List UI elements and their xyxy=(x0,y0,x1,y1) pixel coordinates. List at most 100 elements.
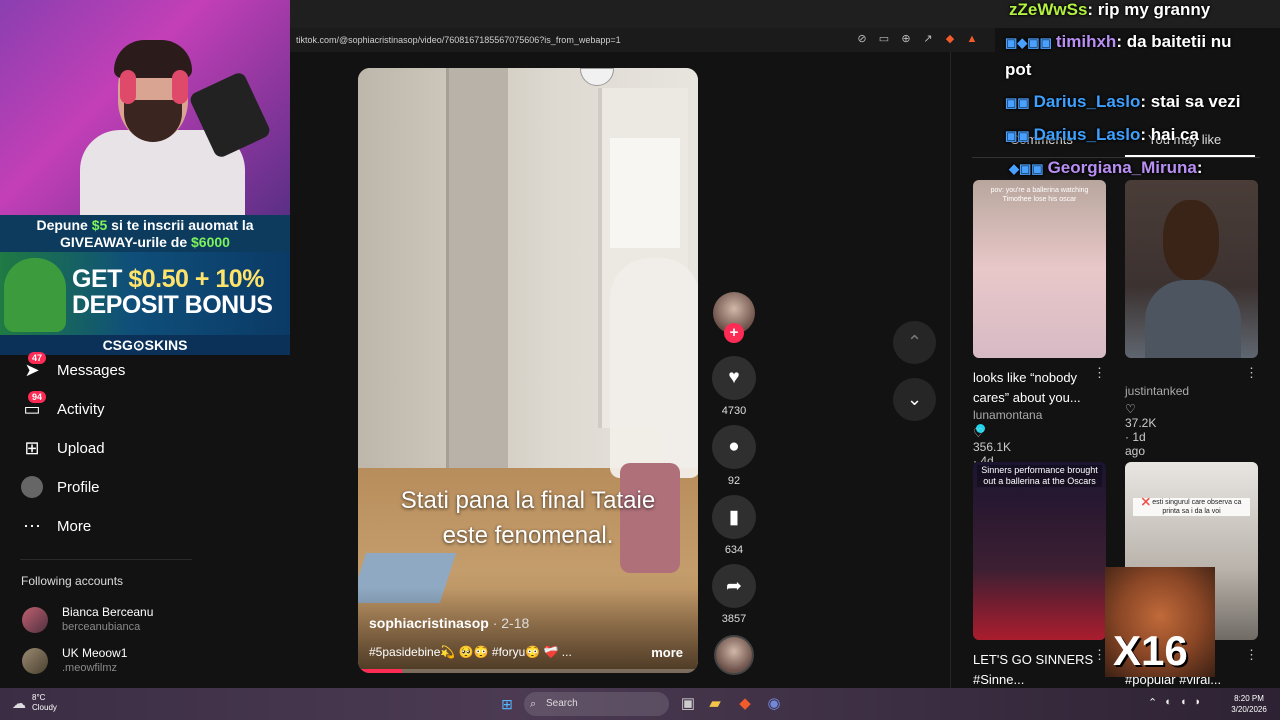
weather-widget[interactable]: ☁ 8°C Cloudy xyxy=(12,693,57,713)
sidebar-divider xyxy=(20,559,192,560)
chat-message: ▣◆▣▣ timihxh: da baitetii nu xyxy=(1005,32,1232,51)
ad-banner: GET $0.50 + 10% DEPOSIT BONUS xyxy=(0,252,290,335)
card-more-icon[interactable]: ⋮ xyxy=(1245,365,1258,381)
avatar-icon xyxy=(20,475,44,499)
sidebar-item-more[interactable]: ⋯ More xyxy=(20,512,91,540)
account-handle: berceanubianca xyxy=(62,621,141,633)
avatar xyxy=(22,647,48,674)
chat-badges-icon: ▣◆▣▣ xyxy=(1005,35,1052,50)
chat-message: ▣▣ Darius_Laslo: stai sa vezi xyxy=(1005,92,1241,111)
volume-icon[interactable]: ◖ xyxy=(1180,696,1187,709)
taskbar-clock[interactable]: 8:20 PM 3/20/2026 xyxy=(1224,693,1274,715)
like-button[interactable]: ♥ xyxy=(712,356,756,400)
comment-button[interactable]: ● xyxy=(712,425,756,469)
follow-button[interactable]: + xyxy=(724,323,744,343)
chevron-up-icon[interactable]: ⌃ xyxy=(1148,696,1157,709)
account-name: Bianca Berceanu xyxy=(62,605,154,619)
thumbnail-face xyxy=(1163,200,1219,280)
weather-temp: 8°C xyxy=(32,693,46,702)
brave-shield-icon[interactable]: ◆ xyxy=(943,32,957,46)
video-author[interactable]: sophiacristinasop · 2-18 xyxy=(369,615,529,631)
save-count: 634 xyxy=(724,544,744,556)
chat-message: zZeWwSs: rip my granny xyxy=(1009,0,1211,19)
previous-video-button[interactable]: ⌃ xyxy=(893,321,936,364)
video-progress-fill xyxy=(358,669,403,673)
sidebar-item-label: Profile xyxy=(57,478,100,496)
task-view-icon[interactable]: ▣ xyxy=(678,694,698,714)
video-player[interactable]: Stati pana la final Tataie este fenomena… xyxy=(358,68,698,673)
thumbnail-text: pov: you're a ballerina watching Timothe… xyxy=(990,187,1089,203)
chat-message: ◆▣▣ Georgiana_Miruna: xyxy=(1009,158,1203,177)
inbox-icon: ▭ 94 xyxy=(20,391,47,421)
ellipsis-icon: ⋯ xyxy=(23,515,41,536)
more-button[interactable]: more xyxy=(651,645,683,660)
sidebar-item-label: More xyxy=(57,517,92,535)
sound-avatar[interactable] xyxy=(714,635,754,675)
share-button[interactable]: ➦ xyxy=(712,564,756,608)
heart-icon: ♥ xyxy=(728,367,740,388)
address-bar-icons: ⊘ ▭ ⊕ ↗ ◆ ▲ xyxy=(855,32,979,46)
share-arrow-icon: ➦ xyxy=(726,575,742,597)
sidebar-item-label: Messages xyxy=(57,361,126,379)
card-title[interactable]: looks like “nobody cares” about you... xyxy=(973,368,1098,408)
share-icon[interactable]: ↗ xyxy=(921,32,935,46)
thumbnail-shirt xyxy=(1145,280,1241,358)
taskbar-search[interactable]: ⌕ Search xyxy=(524,692,669,716)
sidebar-item-upload[interactable]: ⊞ Upload xyxy=(20,434,105,462)
windows-start-icon[interactable]: ⊞ xyxy=(499,696,515,712)
weather-condition: Cloudy xyxy=(32,703,57,712)
ad-headline: Depune $5 si te inscrii auomat la GIVEAW… xyxy=(36,217,254,250)
left-sidebar: ➤ 47 Messages ▭ 94 Activity ⊞ Upload Profi… xyxy=(0,352,290,688)
chat-badges-icon: ▣▣ xyxy=(1005,95,1030,110)
headphone-left xyxy=(120,70,136,104)
card-title[interactable]: LET'S GO SINNERS #Sinne... xyxy=(973,650,1098,690)
video-thumbnail[interactable]: Sinners performance brought out a baller… xyxy=(973,462,1106,640)
sidebar-item-activity[interactable]: ▭ 94 Activity xyxy=(20,391,105,423)
screen: tiktok.com/@sophiacristinasop/video/7608… xyxy=(0,0,1280,720)
windows-taskbar: ☁ 8°C Cloudy ⊞ ⌕ Search ▣ ▰ ◆ ◉ ⌃ ◐ ◖ ◗ 8:… xyxy=(0,688,1280,720)
video-caption: Stati pana la final Tataie este fenomena… xyxy=(400,487,656,549)
network-icon[interactable]: ◐ xyxy=(1165,696,1172,709)
headset-icon[interactable]: ◗ xyxy=(1195,696,1202,709)
bookmark-icon: ▮ xyxy=(728,506,740,528)
following-account[interactable]: Bianca Berceanu berceanubianca xyxy=(22,605,153,634)
zoom-icon[interactable]: ⊕ xyxy=(899,32,913,46)
sidebar-item-profile[interactable]: Profile xyxy=(20,473,100,501)
chat-badges-icon: ▣▣ xyxy=(1005,128,1030,143)
video-scene-person xyxy=(610,258,698,478)
save-button[interactable]: ▮ xyxy=(712,495,756,539)
file-explorer-icon[interactable]: ▰ xyxy=(705,694,725,714)
system-tray: ⌃ ◐ ◖ ◗ xyxy=(1148,696,1201,709)
next-video-button[interactable]: ⌄ xyxy=(893,378,936,421)
like-count: 4730 xyxy=(721,405,747,417)
sidebar-item-label: Activity xyxy=(57,400,105,418)
eye-off-icon[interactable]: ⊘ xyxy=(855,32,869,46)
video-progress-bar[interactable] xyxy=(358,669,698,673)
brave-browser-icon[interactable]: ◆ xyxy=(735,694,755,714)
thumbnail-text: ❌ esti singurul care observa ca printa s… xyxy=(1133,498,1250,516)
discord-icon[interactable]: ◉ xyxy=(764,694,784,714)
activity-badge: 94 xyxy=(28,391,47,403)
video-scene-window xyxy=(610,138,680,248)
sidebar-item-messages[interactable]: ➤ 47 Messages xyxy=(20,352,126,384)
video-hashtags[interactable]: #5pasidebine💫 🥺😳 #foryu😳 ❤️‍🩹 ... xyxy=(369,645,572,659)
messages-badge: 47 xyxy=(28,352,47,364)
following-header: Following accounts xyxy=(21,574,124,588)
ad-bonus-line2: DEPOSIT BONUS xyxy=(72,291,273,319)
card-more-icon[interactable]: ⋮ xyxy=(1245,647,1258,663)
card-meta: ♡ 37.2K · 1d ago xyxy=(1125,402,1157,458)
chevron-down-icon: ⌄ xyxy=(906,389,923,409)
meme-overlay: X16 xyxy=(1105,567,1215,677)
cast-icon[interactable]: ▭ xyxy=(877,32,891,46)
video-thumbnail[interactable] xyxy=(1125,180,1258,358)
following-account[interactable]: UK Meoow1 .meowfilmz xyxy=(22,646,127,675)
sidebar-item-label: Upload xyxy=(57,439,105,457)
card-more-icon[interactable]: ⋮ xyxy=(1093,365,1106,381)
ad-bonus-line1: GET $0.50 + 10% xyxy=(72,265,264,293)
share-count: 3857 xyxy=(721,613,747,625)
rewards-icon[interactable]: ▲ xyxy=(965,32,979,46)
card-author[interactable]: justintanked xyxy=(1125,384,1189,398)
chat-message: ▣▣ Darius_Laslo: hai ca xyxy=(1005,125,1199,144)
stream-chat-overlay: zZeWwSs: rip my granny ▣◆▣▣ timihxh: da b… xyxy=(1003,0,1280,185)
video-thumbnail[interactable]: pov: you're a ballerina watching Timothe… xyxy=(973,180,1106,358)
